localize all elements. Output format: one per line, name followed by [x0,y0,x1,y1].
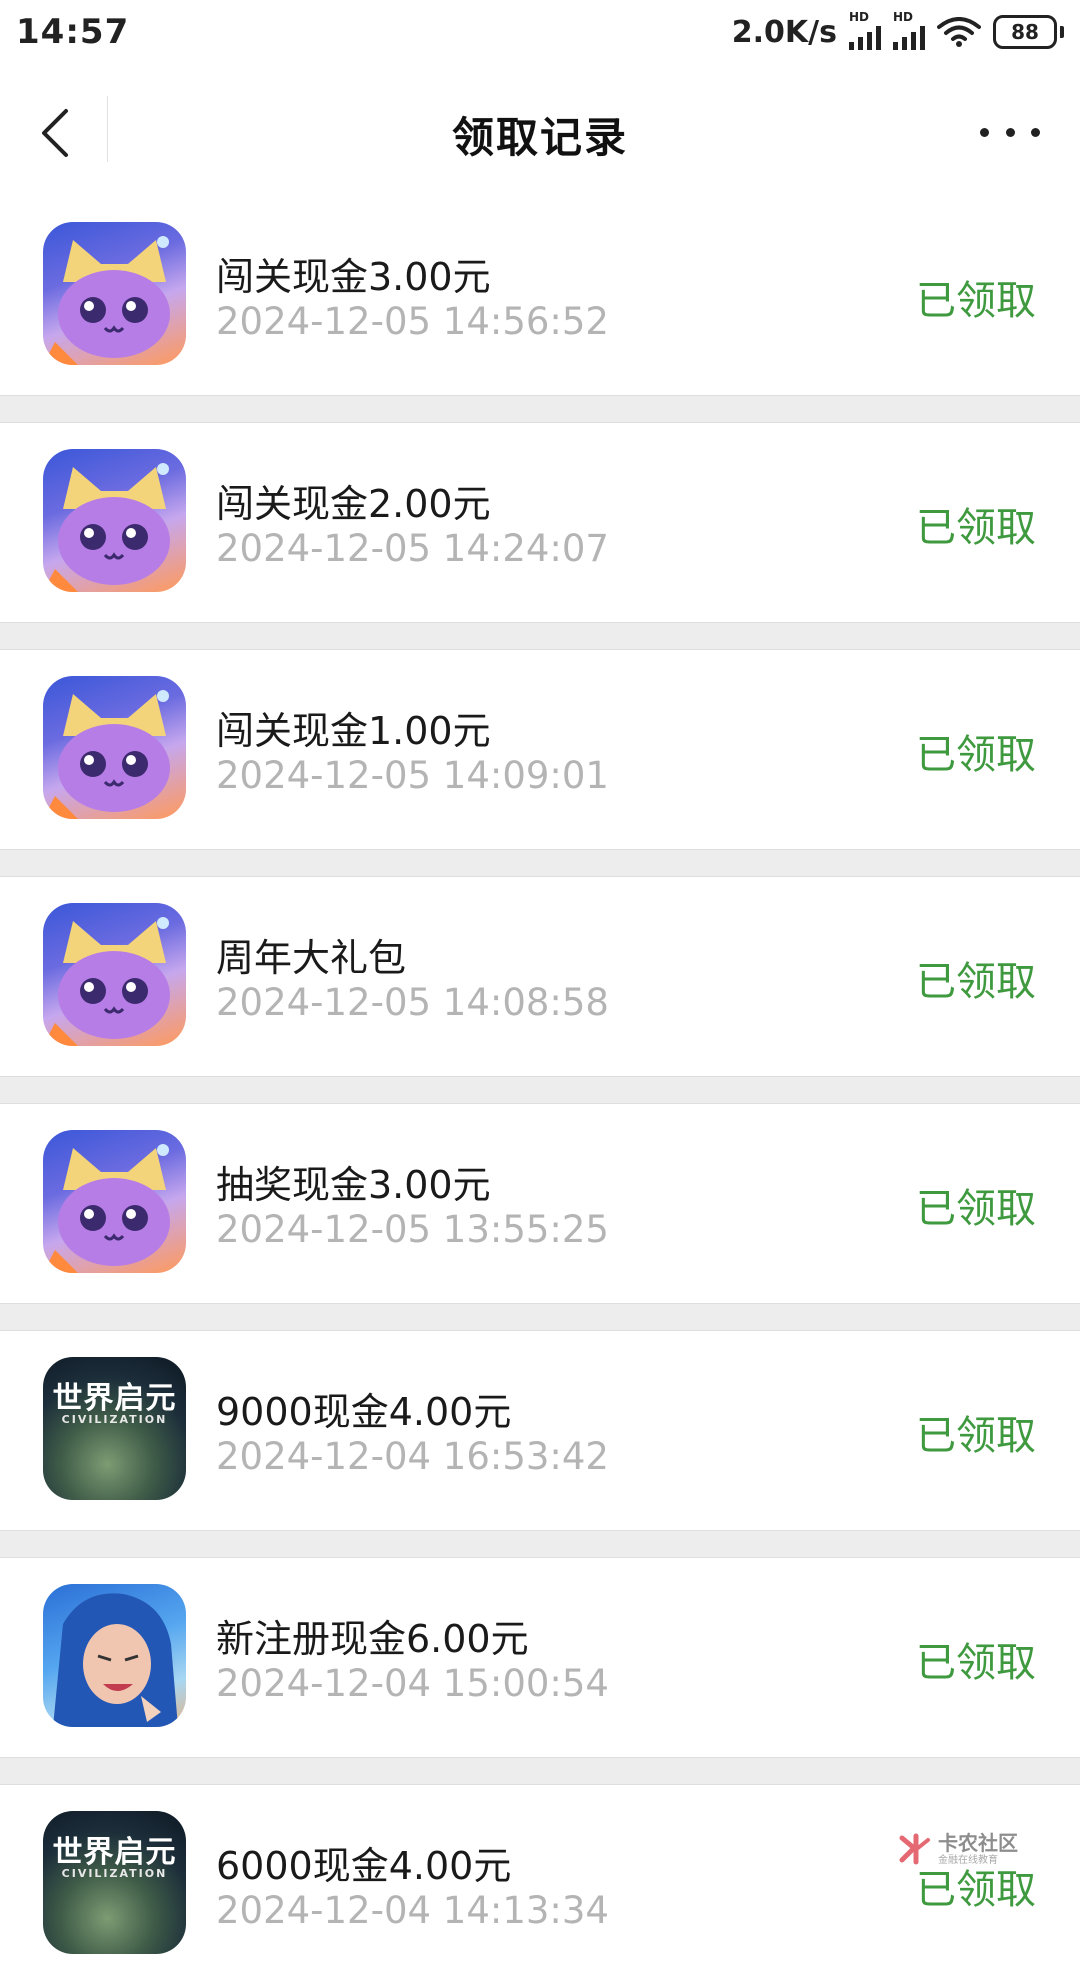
page-title: 领取记录 [451,113,628,162]
record-time: 2024-12-05 14:08:58 [216,981,609,1024]
record-row[interactable]: 闯关现金2.00元 2024-12-05 14:24:07 已领取 [0,423,1080,622]
cat-game-icon [43,903,186,1046]
record-row[interactable]: 世界启元 CIVILIZATION 9000现金4.00元 2024-12-04… [0,1331,1080,1530]
record-row[interactable]: 世界启元 CIVILIZATION 6000现金4.00元 2024-12-04… [0,1785,1080,1984]
record-time: 2024-12-05 13:55:25 [216,1208,609,1251]
record-status: 已领取 [916,732,1036,778]
record-title: 9000现金4.00元 [216,1390,512,1434]
icon-title: 世界启元 [52,1835,177,1870]
record-row[interactable]: 抽奖现金3.00元 2024-12-05 13:55:25 已领取 [0,1104,1080,1303]
record-list: 闯关现金3.00元 2024-12-05 14:56:52 已领取 闯关现金2.… [0,196,1080,1984]
icon-subtitle: CIVILIZATION [61,1413,168,1426]
record-status: 已领取 [916,1413,1036,1459]
cat-game-icon [43,1130,186,1273]
record-title: 闯关现金2.00元 [216,482,491,526]
more-dot-icon [980,127,989,137]
more-dot-icon [1005,127,1015,137]
record-status: 已领取 [916,505,1036,551]
cat-game-icon [43,449,186,592]
record-status: 已领取 [916,278,1036,324]
watermark-name: 卡农社区 [938,1830,1018,1855]
row-divider [0,1303,1080,1331]
record-title: 闯关现金1.00元 [216,709,491,753]
record-title: 抽奖现金3.00元 [216,1163,491,1207]
record-title: 新注册现金6.00元 [216,1617,529,1661]
watermark: 卡农社区 金融在线教育 [898,1832,1018,1866]
row-divider [0,395,1080,423]
record-time: 2024-12-05 14:24:07 [216,527,609,570]
row-divider [0,622,1080,650]
record-time: 2024-12-04 16:53:42 [216,1435,609,1478]
record-status: 已领取 [916,1186,1036,1232]
record-title: 6000现金4.00元 [216,1844,512,1888]
record-row[interactable]: 新注册现金6.00元 2024-12-04 15:00:54 已领取 [0,1558,1080,1757]
cellular-signal-icon-2: HD [893,10,925,50]
hero-game-icon [43,1584,186,1727]
more-dot-icon [1031,127,1040,137]
record-row[interactable]: 周年大礼包 2024-12-05 14:08:58 已领取 [0,877,1080,1076]
record-time: 2024-12-04 15:00:54 [216,1662,609,1705]
row-divider [0,1076,1080,1104]
record-time: 2024-12-05 14:09:01 [216,754,609,797]
record-status: 已领取 [916,1640,1036,1686]
row-divider [0,849,1080,877]
status-bar: 14:57 2.0K/s HD HD 88 [0,0,1080,64]
more-options-button[interactable] [980,114,1040,150]
network-speed: 2.0K/s [731,14,837,50]
icon-title: 世界启元 [52,1381,177,1416]
record-title: 周年大礼包 [216,936,407,980]
row-divider [0,1757,1080,1785]
battery-icon: 88 [993,15,1064,49]
cellular-signal-icon: HD [849,10,881,50]
cat-game-icon [43,676,186,819]
battery-level: 88 [993,15,1057,49]
hd-tag: HD [849,10,870,24]
cat-game-icon [43,222,186,365]
civilization-game-icon: 世界启元 CIVILIZATION [43,1357,186,1500]
civilization-game-icon: 世界启元 CIVILIZATION [43,1811,186,1954]
row-divider [0,1530,1080,1558]
record-status: 已领取 [916,959,1036,1005]
hd-tag-2: HD [893,10,914,24]
icon-subtitle: CIVILIZATION [61,1867,168,1880]
record-title: 闯关现金3.00元 [216,255,491,299]
record-row[interactable]: 闯关现金3.00元 2024-12-05 14:56:52 已领取 [0,196,1080,395]
record-time: 2024-12-05 14:56:52 [216,300,609,343]
header: 领取记录 [0,70,1080,196]
record-row[interactable]: 闯关现金1.00元 2024-12-05 14:09:01 已领取 [0,650,1080,849]
kanong-logo-icon [899,1833,930,1865]
wifi-icon [937,17,981,47]
watermark-tagline: 金融在线教育 [938,1854,998,1866]
status-time: 14:57 [16,12,130,52]
status-right: 2.0K/s HD HD 88 [731,10,1064,50]
record-time: 2024-12-04 14:13:34 [216,1889,609,1932]
